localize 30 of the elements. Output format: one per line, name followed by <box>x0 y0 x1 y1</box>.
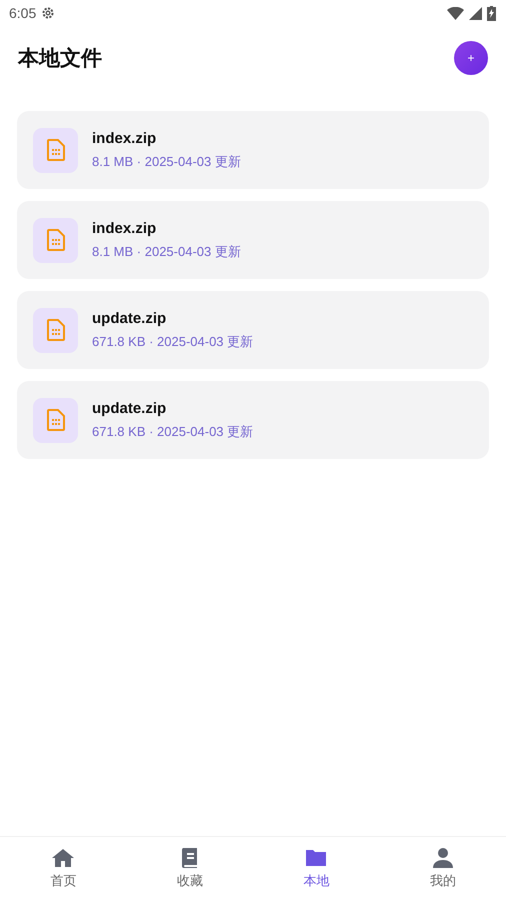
nav-tab[interactable]: 首页 <box>0 837 126 900</box>
nav-tab[interactable]: 收藏 <box>126 837 253 900</box>
file-icon <box>46 229 64 251</box>
file-icon <box>46 139 64 161</box>
file-card[interactable]: update.zip 671.8 KB · 2025-04-03 更新 <box>17 381 489 459</box>
file-icon <box>46 409 64 431</box>
nav-tab[interactable]: 本地 <box>253 837 380 900</box>
status-time: 6:05 <box>9 5 36 21</box>
battery-icon <box>487 6 496 20</box>
folder-icon <box>304 847 328 869</box>
page-title: 本地文件 <box>18 45 103 72</box>
file-name: update.zip <box>92 400 168 416</box>
file-meta: 8.1 MB · 2025-04-03 更新 <box>92 242 241 260</box>
file-card[interactable]: update.zip 671.8 KB · 2025-04-03 更新 <box>17 291 489 369</box>
file-meta: 671.8 KB · 2025-04-03 更新 <box>92 332 254 350</box>
file-meta: 671.8 KB · 2025-04-03 更新 <box>92 422 254 440</box>
file-meta: 8.1 MB · 2025-04-03 更新 <box>92 152 241 170</box>
file-card[interactable]: index.zip 8.1 MB · 2025-04-03 更新 <box>17 201 489 279</box>
file-name: index.zip <box>92 220 158 236</box>
home-icon <box>51 847 76 869</box>
signal-icon <box>469 6 482 20</box>
file-name: update.zip <box>92 310 168 326</box>
file-name: index.zip <box>92 130 158 146</box>
wifi-icon <box>447 6 464 20</box>
nav-tab[interactable]: 我的 <box>380 837 506 900</box>
file-icon <box>46 319 64 341</box>
person-icon <box>430 847 455 869</box>
add-button[interactable]: + <box>454 41 488 75</box>
file-card[interactable]: index.zip 8.1 MB · 2025-04-03 更新 <box>17 111 489 189</box>
settings-icon <box>41 6 56 20</box>
